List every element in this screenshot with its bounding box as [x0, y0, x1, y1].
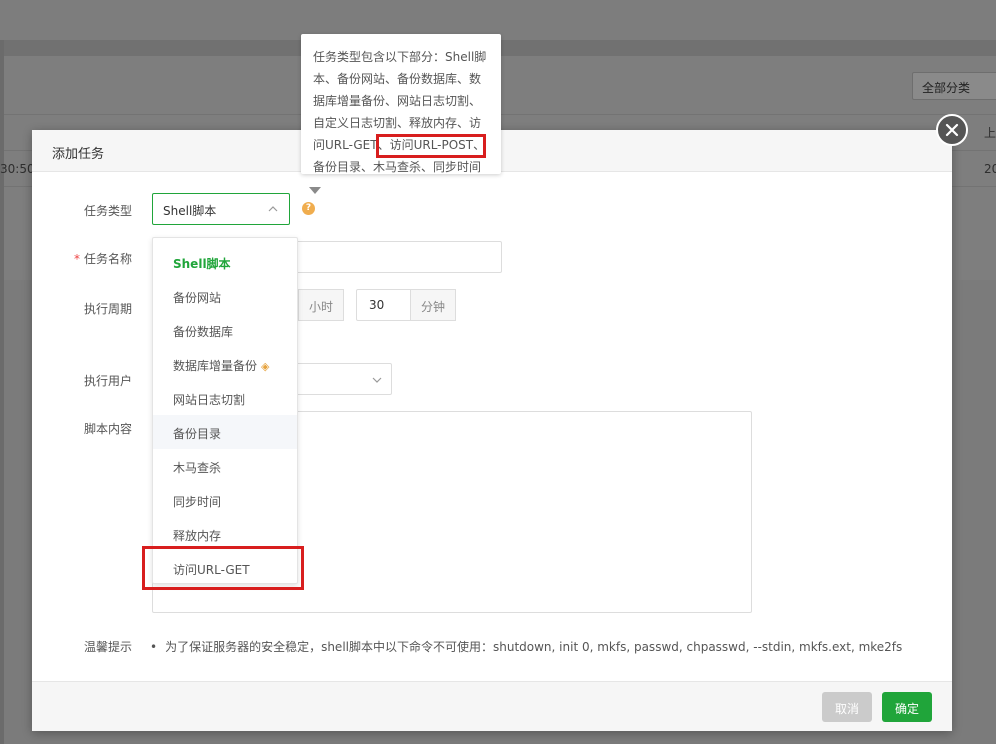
help-icon[interactable]: ?: [302, 202, 315, 215]
vip-icon: ◈: [261, 360, 270, 373]
category-select[interactable]: 全部分类: [912, 72, 996, 100]
tooltip-line: 备份目录、木马查杀、同步时间: [313, 160, 482, 174]
dropdown-item-backup-db[interactable]: 备份数据库: [153, 313, 297, 347]
highlight-url-get: [142, 546, 304, 590]
minute-unit: 分钟: [410, 289, 456, 321]
cycle-label: 执行周期: [83, 302, 132, 316]
dropdown-item-sync-time[interactable]: 同步时间: [153, 483, 297, 517]
tooltip-arrow: [309, 187, 321, 194]
tooltip-line: 自定义日志切割、释放内存、访: [313, 116, 482, 130]
dropdown-item-trojan-scan[interactable]: 木马查杀: [153, 449, 297, 483]
tooltip-line: 任务类型包含以下部分：Shell脚: [313, 50, 487, 64]
task-type-dropdown: Shell脚本 备份网站 备份数据库 数据库增量备份 ◈ 网站日志切割 备份目录 …: [152, 237, 298, 584]
background-row-time: 30:50: [0, 162, 35, 176]
confirm-button[interactable]: 确定: [882, 692, 933, 722]
background-row-right: 20: [984, 162, 996, 176]
chevron-down-icon: [372, 377, 382, 383]
task-name-label: * 任务名称: [73, 252, 132, 266]
background-col-header: 上: [984, 126, 996, 140]
chevron-up-icon: [268, 206, 278, 212]
task-type-value: Shell脚本: [163, 204, 217, 218]
tips-label: 温馨提示: [84, 640, 133, 654]
tooltip-line: 本、备份网站、备份数据库、数: [313, 72, 482, 86]
required-mark: *: [73, 252, 80, 266]
dropdown-item-log-cut[interactable]: 网站日志切割: [153, 381, 297, 415]
dropdown-item-db-incremental[interactable]: 数据库增量备份 ◈: [153, 347, 297, 381]
dialog-footer: [32, 681, 952, 731]
minute-input[interactable]: 30: [356, 289, 412, 321]
dropdown-item-backup-dir[interactable]: 备份目录: [153, 415, 297, 449]
highlight-url-post: [376, 134, 486, 158]
cancel-button[interactable]: 取消: [822, 692, 873, 722]
bullet: •: [150, 640, 158, 654]
background-left-edge: [0, 40, 4, 744]
task-type-select[interactable]: Shell脚本: [152, 193, 290, 225]
close-dialog-button[interactable]: [936, 114, 968, 146]
tooltip-line: 据库增量备份、网站日志切割、: [313, 94, 482, 108]
close-icon: [945, 123, 959, 137]
task-type-label: 任务类型: [83, 204, 132, 218]
script-label: 脚本内容: [83, 422, 132, 436]
tips-content: • 为了保证服务器的安全稳定，shell脚本中以下命令不可使用：shutdown,…: [150, 640, 903, 654]
user-label: 执行用户: [83, 374, 132, 388]
dropdown-item-backup-site[interactable]: 备份网站: [153, 279, 297, 313]
dropdown-item-shell[interactable]: Shell脚本: [153, 245, 297, 279]
hour-unit: 小时: [298, 289, 344, 321]
